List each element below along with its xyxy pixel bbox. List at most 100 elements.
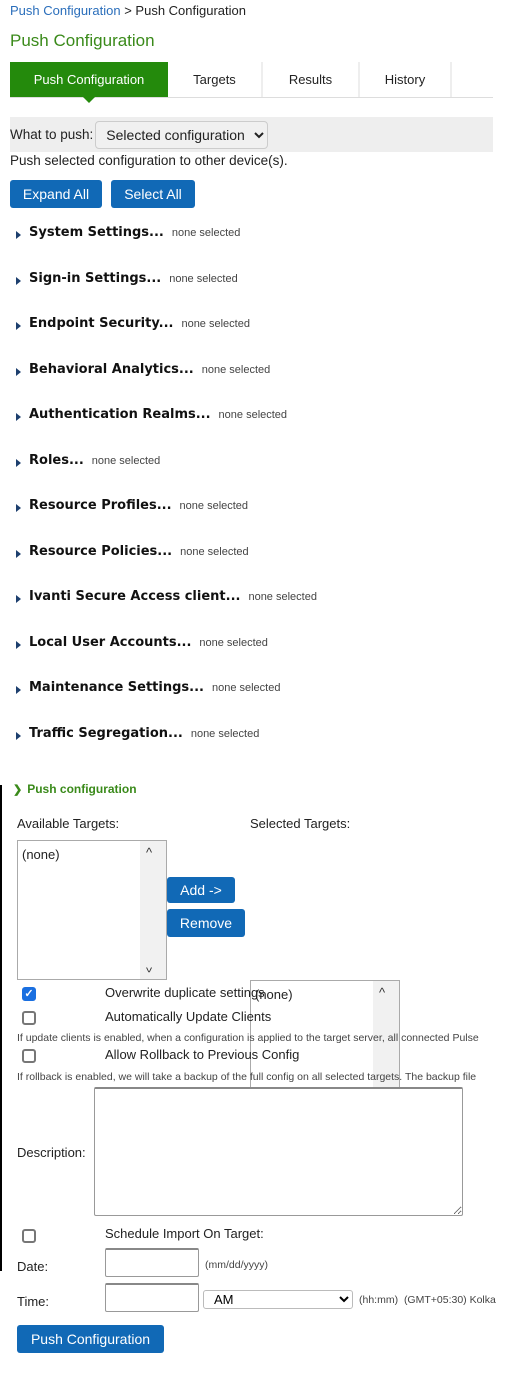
section-toggle[interactable]: Traffic Segregation... none selected	[16, 726, 259, 746]
caret-right-icon	[16, 413, 21, 421]
remove-target-button[interactable]: Remove	[167, 909, 245, 937]
chevron-down-icon[interactable]: ^	[146, 960, 152, 975]
section-toggle[interactable]: Resource Policies... none selected	[16, 544, 249, 564]
available-targets-label: Available Targets:	[17, 816, 120, 831]
caret-right-icon	[16, 367, 21, 376]
description-textarea[interactable]	[94, 1087, 463, 1216]
section-toggle[interactable]: System Settings... none selected	[16, 225, 240, 245]
section-label: Behavioral Analytics...	[29, 361, 194, 377]
time-input[interactable]	[105, 1283, 199, 1312]
section-toggle[interactable]: Maintenance Settings... none selected	[16, 680, 280, 700]
expand-all-button[interactable]: Expand All	[10, 180, 102, 208]
breadcrumb-separator: >	[124, 3, 132, 18]
section-label: Ivanti Secure Access client...	[29, 589, 241, 604]
date-input[interactable]	[105, 1248, 199, 1277]
schedule-checkbox[interactable]	[22, 1229, 36, 1243]
selected-targets-label: Selected Targets:	[250, 816, 351, 831]
auto-update-checkbox[interactable]	[22, 1011, 36, 1025]
section-status: none selected	[248, 591, 317, 603]
section-toggle[interactable]: Resource Profiles... none selected	[16, 498, 248, 518]
divider	[0, 785, 2, 1271]
available-targets-list[interactable]: (none) ^ ^	[17, 840, 167, 980]
what-to-push-label: What to push:	[10, 127, 94, 142]
section-label: Sign-in Settings...	[29, 270, 162, 286]
caret-right-icon	[16, 276, 21, 285]
date-format-hint: (mm/dd/yyyy)	[205, 1259, 268, 1271]
section-label: Resource Policies...	[29, 543, 173, 559]
section-status: none selected	[211, 682, 281, 694]
tab-history[interactable]: History	[360, 62, 452, 97]
section-label: Traffic Segregation...	[29, 725, 183, 741]
time-hint: (hh:mm) (GMT+05:30) Kolka	[359, 1294, 496, 1306]
section-label: Authentication Realms...	[29, 407, 211, 422]
tab-results[interactable]: Results	[263, 62, 360, 97]
overwrite-label: Overwrite duplicate settings	[105, 985, 265, 1000]
chevron-up-icon[interactable]: ^	[379, 985, 385, 1000]
section-toggle[interactable]: Authentication Realms... none selected	[16, 407, 287, 427]
tab-push-configuration[interactable]: Push Configuration	[10, 62, 168, 103]
push-configuration-label: Push configuration	[27, 782, 137, 796]
caret-right-icon	[16, 322, 21, 330]
select-all-button[interactable]: Select All	[111, 180, 195, 208]
section-status: none selected	[169, 272, 238, 285]
section-status: none selected	[91, 454, 161, 467]
section-status: none selected	[199, 636, 268, 649]
section-status: none selected	[218, 409, 288, 421]
timezone-label: (GMT+05:30) Kolka	[403, 1294, 496, 1306]
what-to-push-select[interactable]: Selected configuration	[95, 120, 269, 149]
section-status: none selected	[180, 545, 249, 558]
section-label: Endpoint Security...	[29, 316, 174, 331]
section-label: Maintenance Settings...	[29, 680, 204, 695]
section-status: none selected	[201, 363, 271, 376]
push-configuration-button[interactable]: Push Configuration	[17, 1325, 164, 1353]
date-label: Date:	[17, 1259, 49, 1274]
breadcrumb-link[interactable]: Push Configuration	[10, 3, 121, 18]
rollback-note: If rollback is enabled, we will take a b…	[17, 1071, 477, 1083]
section-toggle[interactable]: Endpoint Security... none selected	[16, 316, 250, 336]
push-configuration-toggle[interactable]: ❯ Push configuration	[13, 782, 137, 796]
caret-right-icon	[16, 640, 21, 649]
section-toggle[interactable]: Roles... none selected	[16, 453, 160, 473]
scrollbar[interactable]: ^^	[140, 841, 166, 979]
tab-bar: Push Configuration Targets Results Histo…	[10, 62, 493, 103]
section-label: Roles...	[29, 452, 84, 468]
caret-right-icon	[16, 458, 21, 467]
caret-right-icon	[16, 731, 21, 740]
description-label: Description:	[17, 1145, 86, 1160]
breadcrumb-current: Push Configuration	[135, 3, 246, 18]
page-title: Push Configuration	[10, 31, 155, 50]
overwrite-checkbox[interactable]: ✓	[22, 987, 36, 1001]
time-label: Time:	[17, 1294, 50, 1309]
caret-right-icon	[16, 686, 21, 694]
ampm-select[interactable]: AM	[203, 1290, 353, 1309]
breadcrumb: Push Configuration > Push Configuration	[10, 3, 246, 18]
section-toggle[interactable]: Ivanti Secure Access client... none selec…	[16, 589, 317, 609]
section-label: Local User Accounts...	[29, 634, 192, 650]
rollback-checkbox[interactable]	[22, 1049, 36, 1063]
section-status: none selected	[171, 227, 241, 239]
caret-right-icon	[16, 549, 21, 558]
schedule-label: Schedule Import On Target:	[105, 1226, 264, 1241]
push-description: Push selected configuration to other dev…	[10, 153, 288, 168]
section-label: Resource Profiles...	[29, 498, 172, 513]
section-toggle[interactable]: Behavioral Analytics... none selected	[16, 362, 270, 382]
auto-update-note: If update clients is enabled, when a con…	[17, 1032, 479, 1044]
rollback-label: Allow Rollback to Previous Config	[105, 1047, 300, 1062]
list-item[interactable]: (none)	[22, 847, 60, 862]
tab-targets[interactable]: Targets	[168, 62, 263, 97]
section-status: none selected	[190, 727, 260, 740]
chevron-up-icon[interactable]: ^	[146, 845, 152, 860]
auto-update-label: Automatically Update Clients	[105, 1009, 272, 1024]
time-format-hint: (hh:mm)	[359, 1294, 399, 1306]
section-toggle[interactable]: Local User Accounts... none selected	[16, 635, 268, 655]
section-toggle[interactable]: Sign-in Settings... none selected	[16, 271, 238, 291]
caret-right-icon	[16, 595, 21, 603]
section-label: System Settings...	[29, 225, 164, 240]
caret-right-icon	[16, 231, 21, 239]
what-to-push-row: What to push: Selected configuration	[10, 117, 493, 152]
caret-right-icon	[16, 504, 21, 512]
add-target-button[interactable]: Add ->	[167, 877, 235, 903]
section-status: none selected	[179, 500, 249, 512]
section-status: none selected	[181, 318, 250, 330]
chevron-down-icon: ❯	[13, 783, 23, 796]
